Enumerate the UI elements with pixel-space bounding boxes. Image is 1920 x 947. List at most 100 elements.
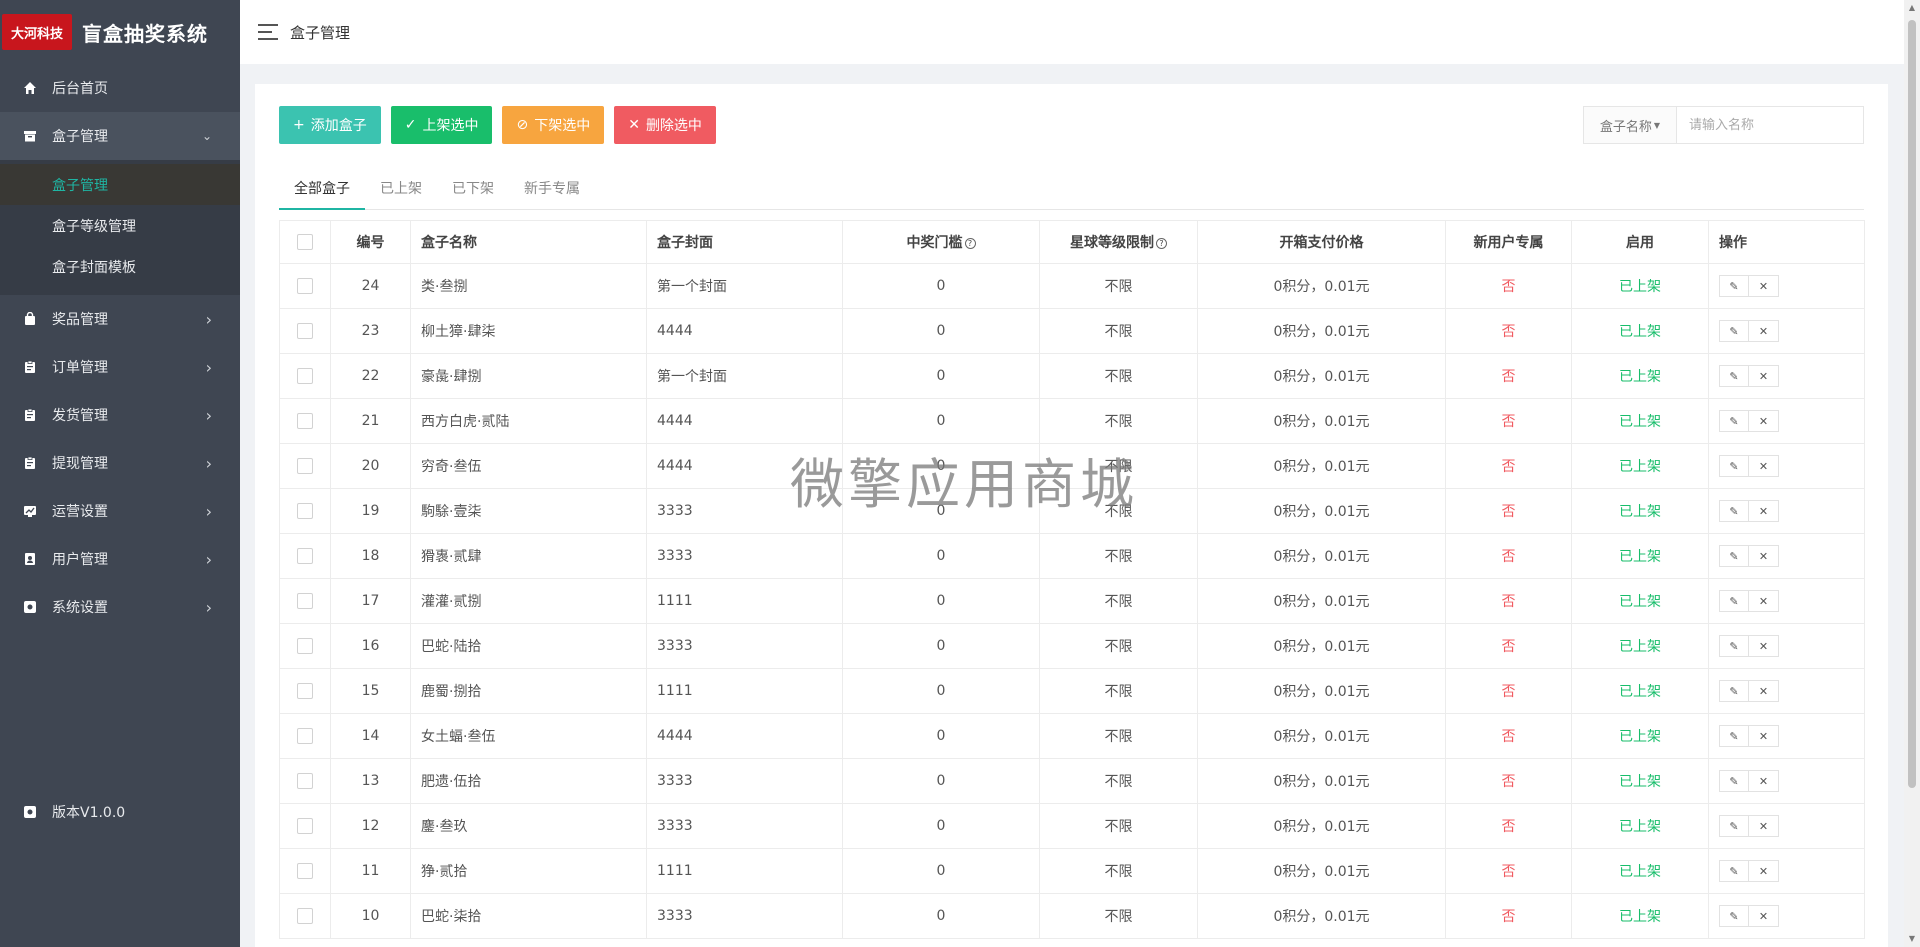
edit-icon[interactable]: ✎ <box>1719 680 1749 702</box>
submenu-item-1[interactable]: 盒子等级管理 <box>0 205 240 246</box>
shelve-selected-button[interactable]: ✓ 上架选中 <box>390 106 493 144</box>
cell-new-user[interactable]: 否 <box>1445 893 1572 939</box>
row-checkbox[interactable] <box>297 548 313 564</box>
delete-selected-button[interactable]: ✕ 删除选中 <box>614 106 716 144</box>
row-checkbox[interactable] <box>297 863 313 879</box>
cell-status[interactable]: 已上架 <box>1571 353 1709 399</box>
cell-status[interactable]: 已上架 <box>1571 623 1709 669</box>
edit-icon[interactable]: ✎ <box>1719 410 1749 432</box>
edit-icon[interactable]: ✎ <box>1719 275 1749 297</box>
sidebar-item-8[interactable]: 系统设置 › <box>0 583 240 631</box>
delete-icon[interactable]: ✕ <box>1749 410 1779 432</box>
cell-status[interactable]: 已上架 <box>1571 533 1709 579</box>
row-checkbox[interactable] <box>297 638 313 654</box>
cell-new-user[interactable]: 否 <box>1445 353 1572 399</box>
row-checkbox[interactable] <box>297 458 313 474</box>
scroll-up-icon[interactable]: ▲ <box>1904 0 1920 16</box>
delete-icon[interactable]: ✕ <box>1749 320 1779 342</box>
cell-status[interactable]: 已上架 <box>1571 848 1709 894</box>
tab-0[interactable]: 全部盒子 <box>279 174 365 210</box>
unshelve-selected-button[interactable]: ⊘ 下架选中 <box>502 106 605 144</box>
cell-status[interactable]: 已上架 <box>1571 758 1709 804</box>
delete-icon[interactable]: ✕ <box>1749 725 1779 747</box>
delete-icon[interactable]: ✕ <box>1749 770 1779 792</box>
row-checkbox[interactable] <box>297 773 313 789</box>
cell-new-user[interactable]: 否 <box>1445 398 1572 444</box>
row-checkbox[interactable] <box>297 413 313 429</box>
search-input[interactable] <box>1677 107 1863 143</box>
cell-new-user[interactable]: 否 <box>1445 758 1572 804</box>
row-checkbox[interactable] <box>297 323 313 339</box>
edit-icon[interactable]: ✎ <box>1719 320 1749 342</box>
cell-new-user[interactable]: 否 <box>1445 443 1572 489</box>
sidebar-item-0[interactable]: 后台首页 <box>0 64 240 112</box>
delete-icon[interactable]: ✕ <box>1749 545 1779 567</box>
edit-icon[interactable]: ✎ <box>1719 905 1749 927</box>
edit-icon[interactable]: ✎ <box>1719 860 1749 882</box>
cell-new-user[interactable]: 否 <box>1445 263 1572 309</box>
cell-status[interactable]: 已上架 <box>1571 713 1709 759</box>
row-checkbox[interactable] <box>297 683 313 699</box>
row-checkbox[interactable] <box>297 728 313 744</box>
delete-icon[interactable]: ✕ <box>1749 905 1779 927</box>
scroll-down-icon[interactable]: ▼ <box>1904 931 1920 947</box>
scroll-thumb[interactable] <box>1908 20 1916 788</box>
edit-icon[interactable]: ✎ <box>1719 590 1749 612</box>
edit-icon[interactable]: ✎ <box>1719 770 1749 792</box>
edit-icon[interactable]: ✎ <box>1719 815 1749 837</box>
cell-status[interactable]: 已上架 <box>1571 398 1709 444</box>
edit-icon[interactable]: ✎ <box>1719 545 1749 567</box>
delete-icon[interactable]: ✕ <box>1749 500 1779 522</box>
help-icon[interactable]: ? <box>1156 237 1167 249</box>
delete-icon[interactable]: ✕ <box>1749 815 1779 837</box>
cell-status[interactable]: 已上架 <box>1571 668 1709 714</box>
page-scrollbar[interactable]: ▲ ▼ <box>1904 0 1920 947</box>
select-all-checkbox[interactable] <box>297 234 313 250</box>
edit-icon[interactable]: ✎ <box>1719 725 1749 747</box>
menu-toggle-icon[interactable] <box>258 24 278 40</box>
cell-new-user[interactable]: 否 <box>1445 488 1572 534</box>
cell-new-user[interactable]: 否 <box>1445 308 1572 354</box>
delete-icon[interactable]: ✕ <box>1749 680 1779 702</box>
edit-icon[interactable]: ✎ <box>1719 635 1749 657</box>
row-checkbox[interactable] <box>297 908 313 924</box>
delete-icon[interactable]: ✕ <box>1749 590 1779 612</box>
cell-new-user[interactable]: 否 <box>1445 803 1572 849</box>
help-icon[interactable]: ? <box>964 237 976 249</box>
search-field-select[interactable]: 盒子名称 ▼ <box>1584 107 1677 143</box>
cell-new-user[interactable]: 否 <box>1445 848 1572 894</box>
sidebar-item-1[interactable]: 盒子管理 ⌄ <box>0 112 240 160</box>
edit-icon[interactable]: ✎ <box>1719 500 1749 522</box>
edit-icon[interactable]: ✎ <box>1719 455 1749 477</box>
cell-status[interactable]: 已上架 <box>1571 443 1709 489</box>
sidebar-item-4[interactable]: 发货管理 › <box>0 391 240 439</box>
tab-3[interactable]: 新手专属 <box>509 174 595 210</box>
tab-2[interactable]: 已下架 <box>437 174 509 210</box>
sidebar-item-2[interactable]: 奖品管理 › <box>0 295 240 343</box>
delete-icon[interactable]: ✕ <box>1749 275 1779 297</box>
row-checkbox[interactable] <box>297 818 313 834</box>
sidebar-item-6[interactable]: 运营设置 › <box>0 487 240 535</box>
edit-icon[interactable]: ✎ <box>1719 365 1749 387</box>
delete-icon[interactable]: ✕ <box>1749 860 1779 882</box>
cell-status[interactable]: 已上架 <box>1571 308 1709 354</box>
delete-icon[interactable]: ✕ <box>1749 635 1779 657</box>
sidebar-item-7[interactable]: 用户管理 › <box>0 535 240 583</box>
delete-icon[interactable]: ✕ <box>1749 365 1779 387</box>
sidebar-item-5[interactable]: 提现管理 › <box>0 439 240 487</box>
cell-new-user[interactable]: 否 <box>1445 623 1572 669</box>
cell-new-user[interactable]: 否 <box>1445 533 1572 579</box>
cell-status[interactable]: 已上架 <box>1571 488 1709 534</box>
cell-status[interactable]: 已上架 <box>1571 803 1709 849</box>
cell-status[interactable]: 已上架 <box>1571 578 1709 624</box>
cell-new-user[interactable]: 否 <box>1445 713 1572 759</box>
tab-1[interactable]: 已上架 <box>365 174 437 210</box>
add-box-button[interactable]: + 添加盒子 <box>279 106 381 144</box>
cell-new-user[interactable]: 否 <box>1445 668 1572 714</box>
cell-status[interactable]: 已上架 <box>1571 893 1709 939</box>
delete-icon[interactable]: ✕ <box>1749 455 1779 477</box>
submenu-item-0[interactable]: 盒子管理 <box>0 164 240 205</box>
cell-status[interactable]: 已上架 <box>1571 263 1709 309</box>
row-checkbox[interactable] <box>297 278 313 294</box>
sidebar-item-3[interactable]: 订单管理 › <box>0 343 240 391</box>
